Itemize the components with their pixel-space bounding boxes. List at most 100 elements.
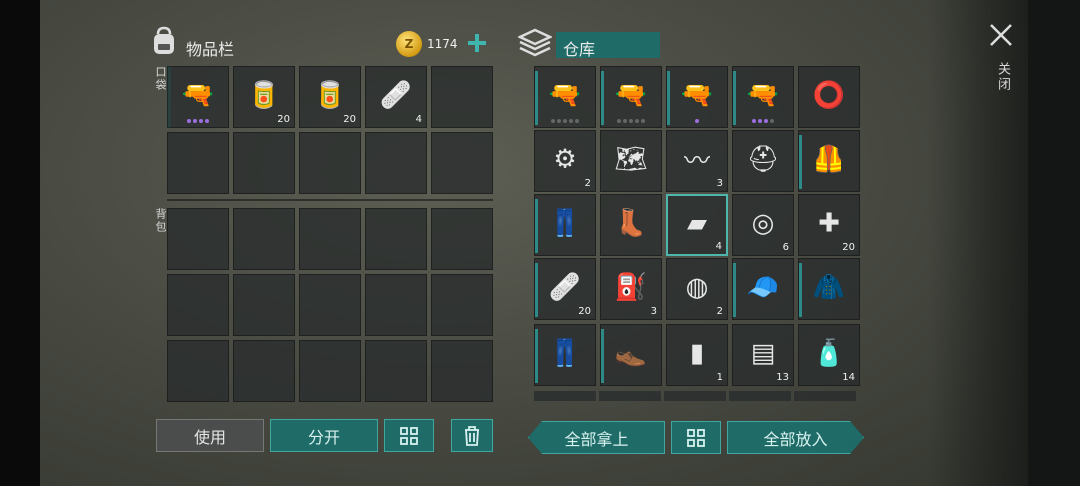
ak-rifle-icon: 🔫	[548, 80, 582, 111]
empty-slot[interactable]	[167, 274, 229, 336]
ak-rifle-slot[interactable]: 🔫	[534, 66, 596, 128]
ak-rifle-icon: 🔫	[680, 80, 714, 111]
canned-food-slot[interactable]: 🥫 20	[299, 66, 361, 128]
backpack-icon	[150, 26, 178, 56]
metal-ingot-slot[interactable]: ▰ 4	[666, 194, 728, 256]
close-button[interactable]	[988, 22, 1014, 48]
empty-slot[interactable]	[233, 274, 295, 336]
split-button[interactable]: 分开	[270, 419, 378, 452]
bottle-slot[interactable]: 🧴 14	[798, 324, 860, 386]
empty-slot[interactable]	[233, 208, 295, 270]
trash-icon	[465, 425, 479, 446]
quality-edge	[601, 329, 604, 383]
item-count: 1	[716, 372, 723, 383]
discard-button[interactable]	[451, 419, 493, 452]
metal-ingot-icon: ▰	[687, 208, 707, 239]
helmet-slot[interactable]: ⛑	[732, 130, 794, 192]
empty-slot[interactable]	[365, 132, 427, 194]
sort-inventory-button[interactable]	[384, 419, 434, 452]
maps-slot[interactable]: 🗺	[600, 130, 662, 192]
item-count: 3	[716, 178, 723, 189]
storage-scroll-hint	[534, 391, 860, 401]
spray-can-icon: ▮	[689, 338, 705, 369]
durability-dots	[752, 119, 774, 123]
filter-slot[interactable]: ◍ 2	[666, 258, 728, 320]
ak-rifle-slot[interactable]: 🔫	[600, 66, 662, 128]
grid-icon	[400, 426, 418, 445]
bandage-icon: 🩹	[548, 272, 582, 303]
ak-rifle-slot[interactable]: 🔫	[666, 66, 728, 128]
ak-rifle-slot[interactable]: 🔫	[732, 66, 794, 128]
camo-pants-icon: 👖	[548, 338, 582, 369]
engine-part-icon: ⚙	[553, 144, 577, 175]
spray-can-slot[interactable]: ▮ 1	[666, 324, 728, 386]
rifle-slot[interactable]: 🔫	[167, 66, 229, 128]
empty-slot[interactable]	[167, 132, 229, 194]
quality-edge	[799, 263, 802, 317]
item-count: 20	[578, 306, 591, 317]
boots-slot[interactable]: 👢	[600, 194, 662, 256]
empty-slot[interactable]	[299, 340, 361, 402]
coin-count: 1174	[427, 37, 458, 51]
close-label[interactable]: 关闭	[993, 62, 1012, 92]
empty-slot[interactable]	[431, 274, 493, 336]
empty-slot[interactable]	[431, 132, 493, 194]
empty-slot[interactable]	[167, 208, 229, 270]
canned-food-icon: 🥫	[247, 80, 281, 111]
wire-spool-icon: ◎	[751, 208, 775, 239]
camo-cap-icon: 🧢	[746, 272, 780, 303]
empty-slot[interactable]	[431, 340, 493, 402]
cloth-slot[interactable]: ▤ 13	[732, 324, 794, 386]
pocket-label: 口袋	[154, 66, 167, 92]
item-count: 2	[584, 178, 591, 189]
empty-slot[interactable]	[299, 274, 361, 336]
empty-slot[interactable]	[365, 208, 427, 270]
spring-slot[interactable]: 〰 3	[666, 130, 728, 192]
tactical-vest-slot[interactable]: 🦺	[798, 130, 860, 192]
engine-part-slot[interactable]: ⚙ 2	[534, 130, 596, 192]
durability-dots	[551, 119, 579, 123]
quality-edge	[667, 71, 670, 125]
item-count: 20	[277, 114, 290, 125]
empty-slot[interactable]	[431, 208, 493, 270]
close-icon	[990, 24, 1012, 46]
empty-slot[interactable]	[431, 66, 493, 128]
left-letterbox	[0, 0, 40, 486]
wire-spool-slot[interactable]: ◎ 6	[732, 194, 794, 256]
item-count: 2	[716, 306, 723, 317]
bandage-slot[interactable]: 🩹 20	[534, 258, 596, 320]
quality-edge	[535, 71, 538, 125]
empty-slot[interactable]	[233, 340, 295, 402]
first-aid-bag-slot[interactable]: ✚ 20	[798, 194, 860, 256]
sort-storage-button[interactable]	[671, 421, 721, 454]
camo-pants-slot[interactable]: 👖	[534, 324, 596, 386]
empty-slot[interactable]	[299, 208, 361, 270]
empty-slot[interactable]	[299, 132, 361, 194]
use-button[interactable]: 使用	[156, 419, 264, 452]
camo-jacket-slot[interactable]: 🧥	[798, 258, 860, 320]
empty-slot[interactable]	[233, 132, 295, 194]
wheel-slot[interactable]: ⭕	[798, 66, 860, 128]
camo-jacket-icon: 🧥	[812, 272, 846, 303]
empty-slot[interactable]	[365, 340, 427, 402]
rifle-icon: 🔫	[181, 80, 215, 111]
item-count: 4	[415, 114, 422, 125]
put-all-button[interactable]: 全部放入	[727, 421, 864, 454]
shoes-slot[interactable]: 👞	[600, 324, 662, 386]
canned-food-slot[interactable]: 🥫 20	[233, 66, 295, 128]
camo-cap-slot[interactable]: 🧢	[732, 258, 794, 320]
quality-edge	[799, 135, 802, 189]
bandage-icon: 🩹	[379, 80, 413, 111]
jerry-can-slot[interactable]: ⛽ 3	[600, 258, 662, 320]
take-all-button[interactable]: 全部拿上	[528, 421, 665, 454]
coin-icon: Z	[396, 31, 422, 57]
empty-slot[interactable]	[365, 274, 427, 336]
pants-slot[interactable]: 👖	[534, 194, 596, 256]
add-coins-button[interactable]	[466, 32, 488, 54]
empty-slot[interactable]	[167, 340, 229, 402]
bandage-slot[interactable]: 🩹 4	[365, 66, 427, 128]
first-aid-bag-icon: ✚	[818, 208, 840, 239]
quality-edge	[535, 263, 538, 317]
ak-rifle-icon: 🔫	[746, 80, 780, 111]
bottle-icon: 🧴	[812, 338, 846, 369]
